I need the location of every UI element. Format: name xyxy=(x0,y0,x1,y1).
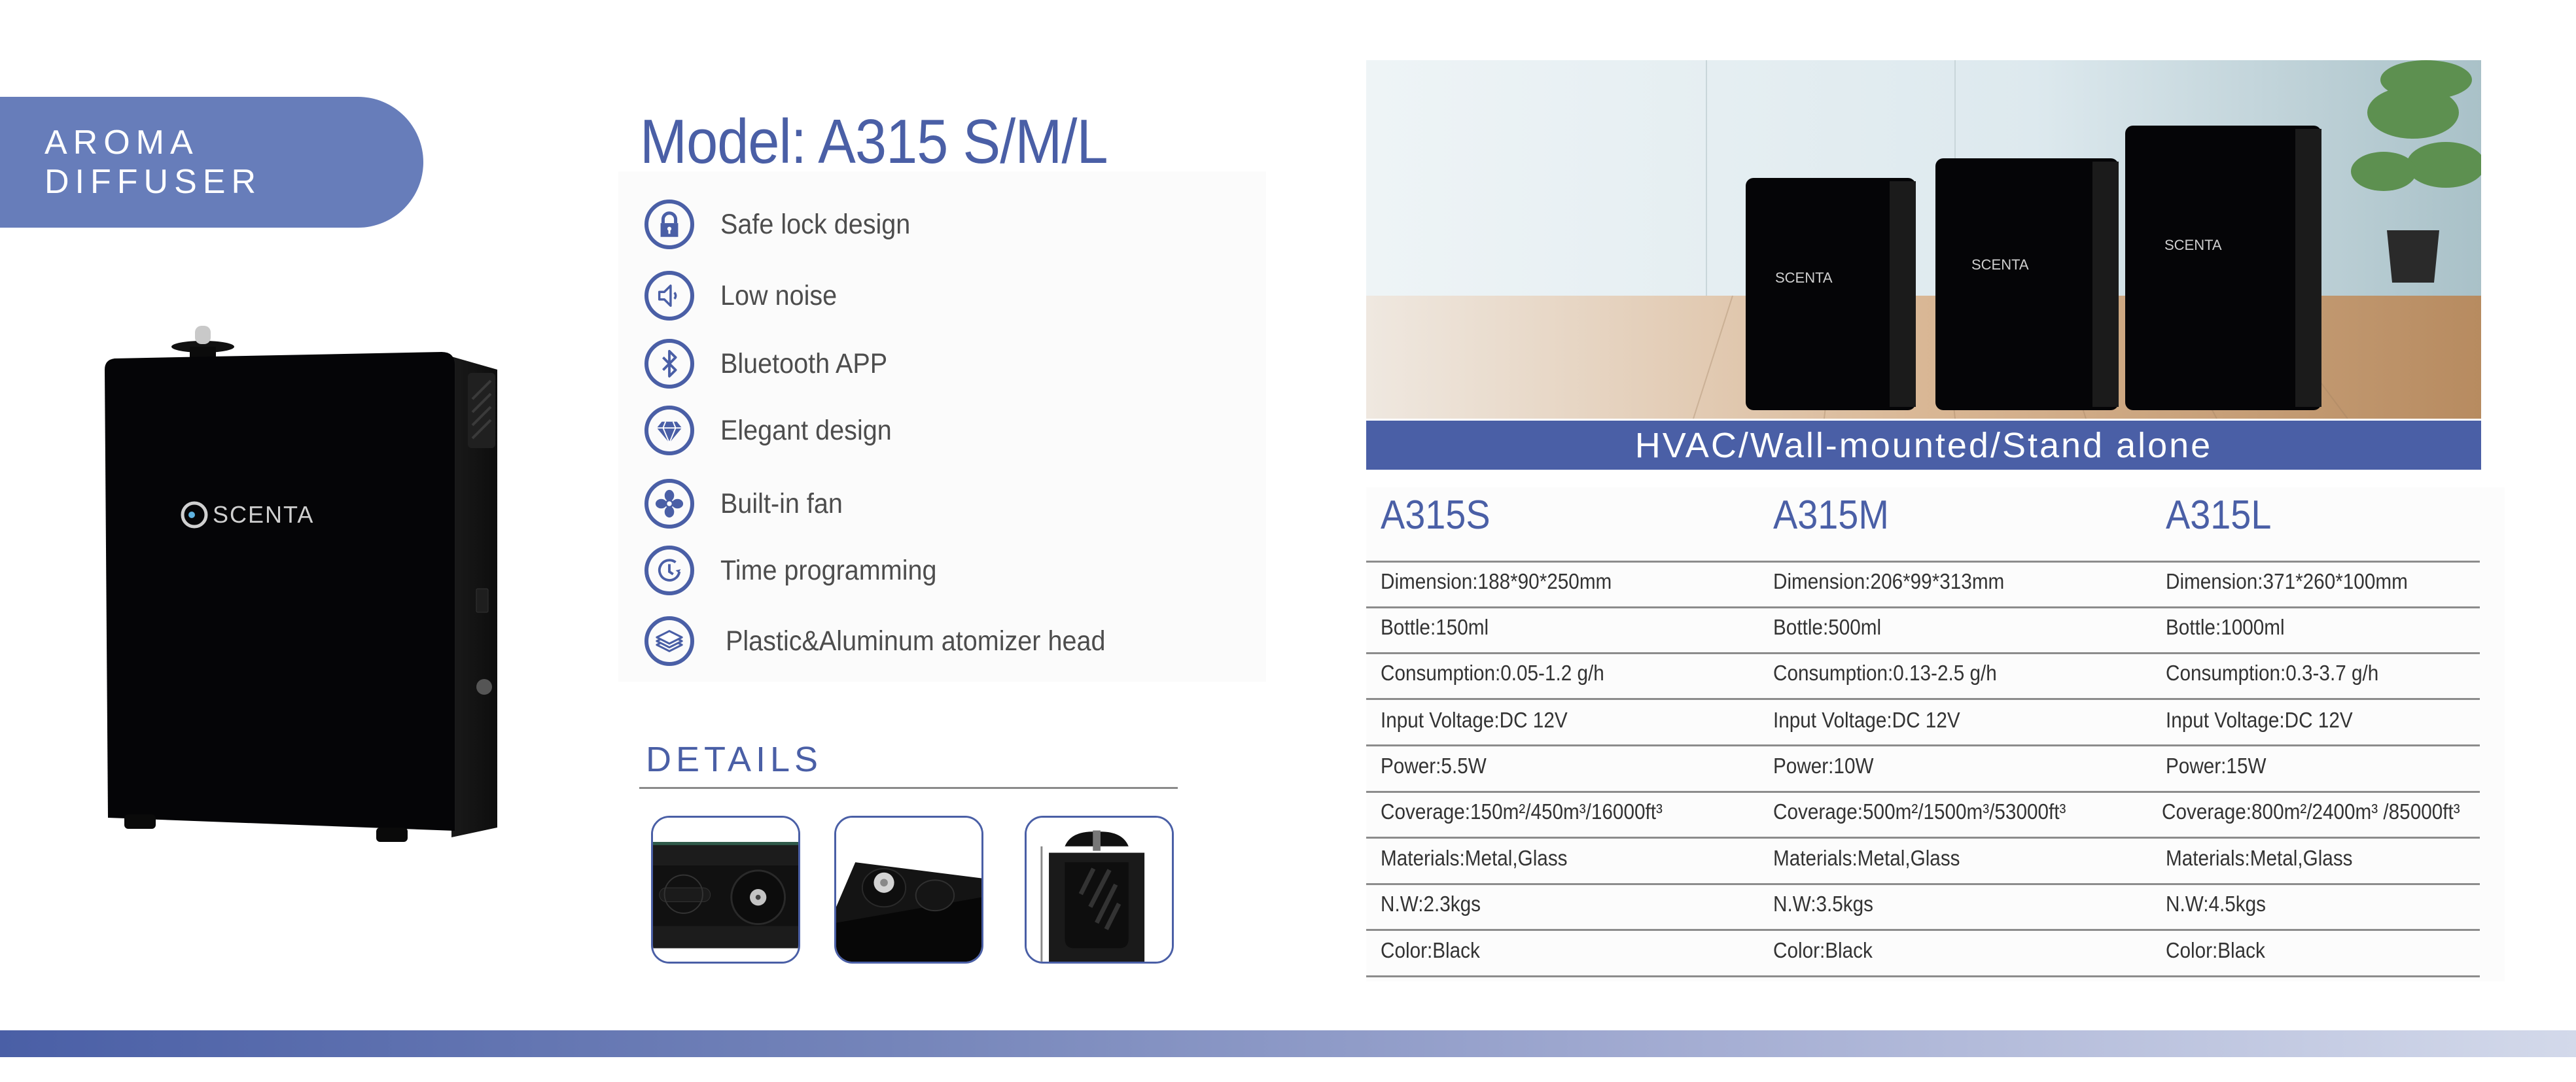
svg-text:SCENTA: SCENTA xyxy=(213,501,314,528)
spec-cell: Power:5.5W xyxy=(1381,754,1487,778)
spec-cell: Dimension:188*90*250mm xyxy=(1381,569,1612,593)
spec-row-divider xyxy=(1366,698,2480,700)
spec-row-divider xyxy=(1366,929,2480,931)
spec-cell: Materials:Metal,Glass xyxy=(2166,846,2353,870)
spec-row-divider xyxy=(1366,561,2480,563)
category-pill: AROMA DIFFUSER xyxy=(0,97,423,228)
feature-item-elegant-design: Elegant design xyxy=(644,404,907,457)
category-label: AROMA DIFFUSER xyxy=(44,124,262,201)
footer-gradient-bar xyxy=(0,1030,2576,1057)
spec-cell: Materials:Metal,Glass xyxy=(1381,846,1568,870)
spec-cell: Color:Black xyxy=(2166,938,2265,962)
spec-cell: Bottle:150ml xyxy=(1381,615,1489,639)
lock-icon xyxy=(644,200,694,249)
spec-column-title: A315L xyxy=(2166,493,2272,538)
feature-item-built-in-fan: Built-in fan xyxy=(644,478,853,530)
spec-row-divider xyxy=(1366,975,2480,977)
feature-label: Low noise xyxy=(720,279,838,311)
model-title: Model: A315 S/M/L xyxy=(640,107,1108,177)
spec-cell: Dimension:371*260*100mm xyxy=(2166,569,2408,593)
hero-product-image: SCENTA xyxy=(85,321,510,857)
spec-cell: N.W:4.5kgs xyxy=(2166,892,2266,916)
spec-cell: Input Voltage:DC 12V xyxy=(2166,708,2353,732)
feature-label: Time programming xyxy=(720,554,937,586)
svg-text:SCENTA: SCENTA xyxy=(1971,256,2029,273)
feature-label: Bluetooth APP xyxy=(720,347,888,379)
spec-cell: N.W:3.5kgs xyxy=(1773,892,1873,916)
spec-cell: Power:15W xyxy=(2166,754,2267,778)
layers-icon xyxy=(644,616,694,666)
fan-icon xyxy=(644,479,694,529)
svg-text:SCENTA: SCENTA xyxy=(2164,237,2222,253)
spec-row-divider xyxy=(1366,837,2480,839)
detail-thumbnail-lock-nozzle[interactable] xyxy=(651,816,800,964)
spec-cell: Consumption:0.13-2.5 g/h xyxy=(1773,661,1997,685)
feature-item-bluetooth: Bluetooth APP xyxy=(644,338,902,390)
detail-thumbnail-atomizer[interactable] xyxy=(834,816,983,964)
spec-cell: Input Voltage:DC 12V xyxy=(1773,708,1960,732)
feature-item-safe-lock: Safe lock design xyxy=(644,198,927,251)
speaker-low-icon xyxy=(644,271,694,321)
spec-cell: Dimension:206*99*313mm xyxy=(1773,569,2005,593)
spec-cell: Bottle:1000ml xyxy=(2166,615,2285,639)
feature-label: Plastic&Aluminum atomizer head xyxy=(726,625,1106,657)
spec-row-divider xyxy=(1366,606,2480,608)
spec-row-divider xyxy=(1366,744,2480,746)
feature-label: Built-in fan xyxy=(720,487,843,519)
details-heading: DETAILS xyxy=(646,740,823,779)
installation-scene-photo: SCENTA SCENTA SCENTA xyxy=(1366,60,2481,419)
installation-banner-text: HVAC/Wall-mounted/Stand alone xyxy=(1634,425,2213,465)
spec-cell: Bottle:500ml xyxy=(1773,615,1882,639)
diamond-icon xyxy=(644,406,694,455)
feature-item-time-programming: Time programming xyxy=(644,544,955,597)
spec-cell: Color:Black xyxy=(1773,938,1873,962)
spec-row-divider xyxy=(1366,791,2480,793)
spec-cell: Consumption:0.05-1.2 g/h xyxy=(1381,661,1604,685)
spec-cell: Input Voltage:DC 12V xyxy=(1381,708,1568,732)
feature-label: Safe lock design xyxy=(720,208,911,240)
svg-text:SCENTA: SCENTA xyxy=(1775,270,1833,286)
spec-cell: N.W:2.3kgs xyxy=(1381,892,1481,916)
bluetooth-icon xyxy=(644,339,694,389)
feature-item-atomizer-head: Plastic&Aluminum atomizer head xyxy=(644,615,1138,667)
spec-cell: Color:Black xyxy=(1381,938,1480,962)
clock-icon xyxy=(644,546,694,595)
spec-row-divider xyxy=(1366,652,2480,654)
spec-cell: Coverage:800m²/2400m³ /85000ft³ xyxy=(2162,799,2460,824)
feature-item-low-noise: Low noise xyxy=(644,270,847,322)
spec-row-divider xyxy=(1366,883,2480,885)
installation-banner: HVAC/Wall-mounted/Stand alone xyxy=(1366,421,2481,470)
spec-cell: Power:10W xyxy=(1773,754,1874,778)
details-divider xyxy=(639,787,1178,789)
detail-thumbnail-fan-vent[interactable] xyxy=(1025,816,1174,964)
spec-cell: Coverage:150m²/450m³/16000ft³ xyxy=(1381,799,1663,824)
feature-label: Elegant design xyxy=(720,414,892,446)
spec-column-title: A315M xyxy=(1773,493,1889,538)
spec-column-title: A315S xyxy=(1381,493,1491,538)
spec-cell: Consumption:0.3-3.7 g/h xyxy=(2166,661,2379,685)
spec-cell: Materials:Metal,Glass xyxy=(1773,846,1960,870)
spec-cell: Coverage:500m²/1500m³/53000ft³ xyxy=(1773,799,2066,824)
